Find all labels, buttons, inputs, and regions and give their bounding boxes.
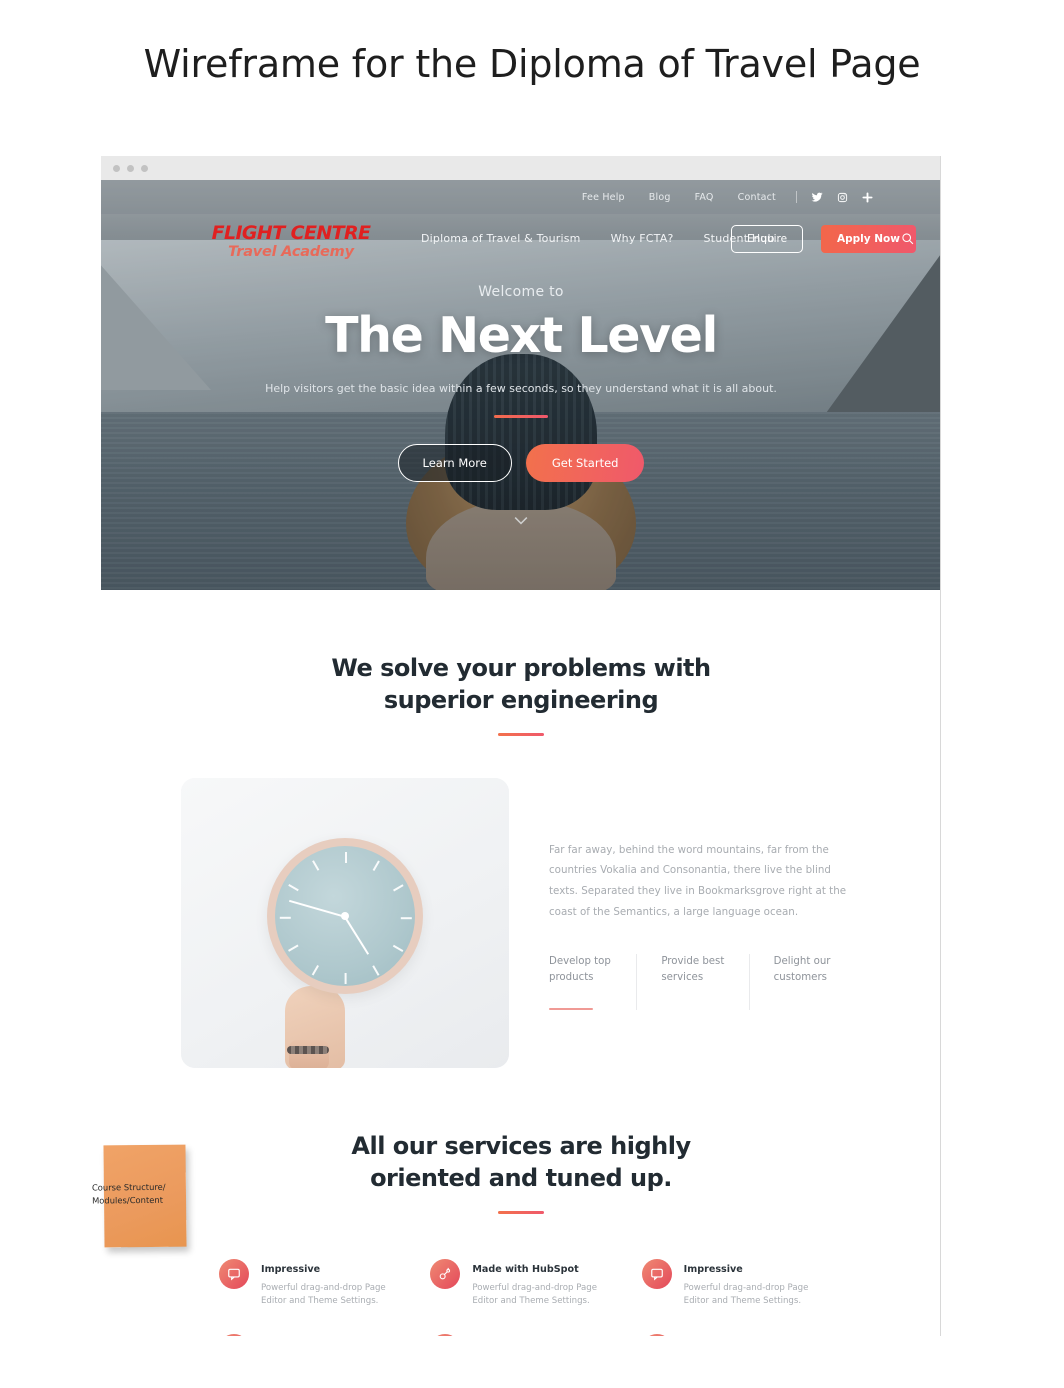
solve-column-2: Provide best services: [636, 954, 748, 1010]
services-heading-line2: oriented and tuned up.: [370, 1164, 672, 1193]
solve-column-3-label: Delight our customers: [773, 956, 831, 983]
feature-card[interactable]: Modern Powerful drag-and-drop Page Edito…: [641, 1333, 823, 1336]
site-logo[interactable]: FLIGHT CENTRE Travel Academy: [201, 224, 381, 261]
services-heading-line1: All our services are highly: [351, 1131, 691, 1160]
utility-link-contact[interactable]: Contact: [738, 192, 776, 203]
features-grid: Impressive Powerful drag-and-drop Page E…: [101, 1258, 940, 1336]
sticky-note[interactable]: Course Structure/ Modules/Content: [92, 1144, 187, 1248]
solve-heading-line1: We solve your problems with: [331, 654, 711, 682]
solve-column-2-label: Provide best services: [661, 956, 725, 983]
window-minimize-dot[interactable]: [127, 165, 134, 172]
search-icon[interactable]: [901, 232, 914, 250]
utility-link-blog[interactable]: Blog: [649, 192, 671, 203]
enquire-button[interactable]: Enquire: [731, 225, 804, 253]
twitter-icon[interactable]: [811, 191, 823, 203]
feature-title: Impressive: [683, 1263, 743, 1275]
drawer-icon: [641, 1334, 672, 1336]
solve-three-columns: Develop top products Provide best servic…: [549, 954, 861, 1010]
nav-item-diploma[interactable]: Diploma of Travel & Tourism: [421, 232, 581, 245]
hero-copy-block: Welcome to The Next Level Help visitors …: [101, 284, 940, 482]
hero-accent-rule: [494, 414, 548, 418]
solve-content-split: Far far away, behind the word mountains,…: [101, 777, 940, 1068]
hero-eyebrow: Welcome to: [478, 284, 564, 300]
hubspot-sprocket-icon: [430, 1258, 461, 1289]
solve-heading-line2: superior engineering: [383, 686, 659, 715]
solve-paragraph: Far far away, behind the word mountains,…: [549, 843, 847, 918]
sticky-note-text: Course Structure/ Modules/Content: [91, 1181, 166, 1206]
solve-problems-section: We solve your problems with superior eng…: [101, 590, 940, 1068]
logo-primary-text: FLIGHT CENTRE: [211, 222, 371, 244]
services-section: All our services are highly oriented and…: [101, 1067, 940, 1336]
utility-divider: [796, 191, 797, 203]
chevron-down-icon[interactable]: [514, 512, 528, 530]
star-icon: [430, 1334, 461, 1336]
chat-bubble-icon: [641, 1258, 672, 1289]
services-accent-rule: [498, 1210, 544, 1214]
hero-subtext: Help visitors get the basic idea within …: [265, 382, 777, 396]
nav-item-why-fcta[interactable]: Why FCTA?: [611, 232, 674, 245]
slack-icon[interactable]: [862, 191, 873, 203]
wall-clock: [267, 837, 423, 994]
feature-card[interactable]: Made with HubSpot Powerful drag-and-drop…: [430, 1258, 611, 1310]
clock-center-pin: [341, 911, 349, 920]
main-navigation: FLIGHT CENTRE Travel Academy Diploma of …: [101, 214, 940, 272]
services-heading: All our services are highly oriented and…: [101, 1130, 940, 1195]
clock-face: [275, 845, 415, 986]
solve-column-1-underline: [549, 1007, 593, 1010]
feature-card[interactable]: Impressive Powerful drag-and-drop Page E…: [219, 1258, 400, 1310]
browser-chrome-bar: [101, 156, 940, 180]
solve-text-column: Far far away, behind the word mountains,…: [549, 778, 861, 1068]
solve-column-1-label: Develop top products: [549, 956, 611, 983]
instagram-icon[interactable]: [837, 192, 848, 203]
solve-column-3: Delight our customers: [748, 954, 861, 1010]
drawer-icon: [219, 1334, 249, 1336]
utility-link-faq[interactable]: FAQ: [695, 192, 714, 203]
feature-card[interactable]: Beautiful Powerful drag-and-drop Page Ed…: [430, 1333, 611, 1336]
chat-bubble-icon: [219, 1258, 249, 1289]
hero-cta-group: Learn More Get Started: [101, 443, 940, 482]
primary-nav-links: Diploma of Travel & Tourism Why FCTA? St…: [421, 232, 775, 245]
solve-heading: We solve your problems with superior eng…: [101, 652, 940, 717]
learn-more-button[interactable]: Learn More: [397, 443, 512, 482]
clock-photo: [181, 777, 509, 1068]
feature-description: Powerful drag-and-drop Page Editor and T…: [261, 1282, 386, 1307]
feature-title: Impressive: [261, 1263, 321, 1275]
hero-section: Fee Help Blog FAQ Contact FLIGHT CENTRE: [101, 180, 940, 590]
solve-accent-rule: [498, 732, 544, 736]
solve-column-1: Develop top products: [549, 954, 636, 1010]
feature-title: Made with HubSpot: [472, 1263, 579, 1275]
utility-link-fee-help[interactable]: Fee Help: [582, 192, 625, 203]
logo-secondary-text: Travel Academy: [228, 244, 354, 260]
clock-hour-hand: [344, 916, 370, 955]
bracelet: [287, 1045, 329, 1054]
window-controls: [113, 165, 148, 172]
screenshot-root: Wireframe for the Diploma of Travel Page: [0, 0, 1064, 1388]
window-maximize-dot[interactable]: [141, 165, 148, 172]
browser-mockup: Fee Help Blog FAQ Contact FLIGHT CENTRE: [101, 156, 941, 1336]
page-title: Wireframe for the Diploma of Travel Page: [143, 42, 921, 86]
wrist: [289, 1039, 329, 1068]
feature-description: Powerful drag-and-drop Page Editor and T…: [683, 1282, 809, 1307]
get-started-button[interactable]: Get Started: [525, 443, 645, 482]
window-close-dot[interactable]: [113, 165, 120, 172]
feature-description: Powerful drag-and-drop Page Editor and T…: [472, 1282, 598, 1307]
feature-card[interactable]: Modern Powerful drag-and-drop Page Edito…: [219, 1333, 400, 1336]
utility-nav: Fee Help Blog FAQ Contact: [101, 180, 940, 214]
feature-card[interactable]: Impressive Powerful drag-and-drop Page E…: [641, 1258, 823, 1310]
hero-headline: The Next Level: [325, 307, 718, 364]
clock-minute-hand: [288, 899, 346, 918]
